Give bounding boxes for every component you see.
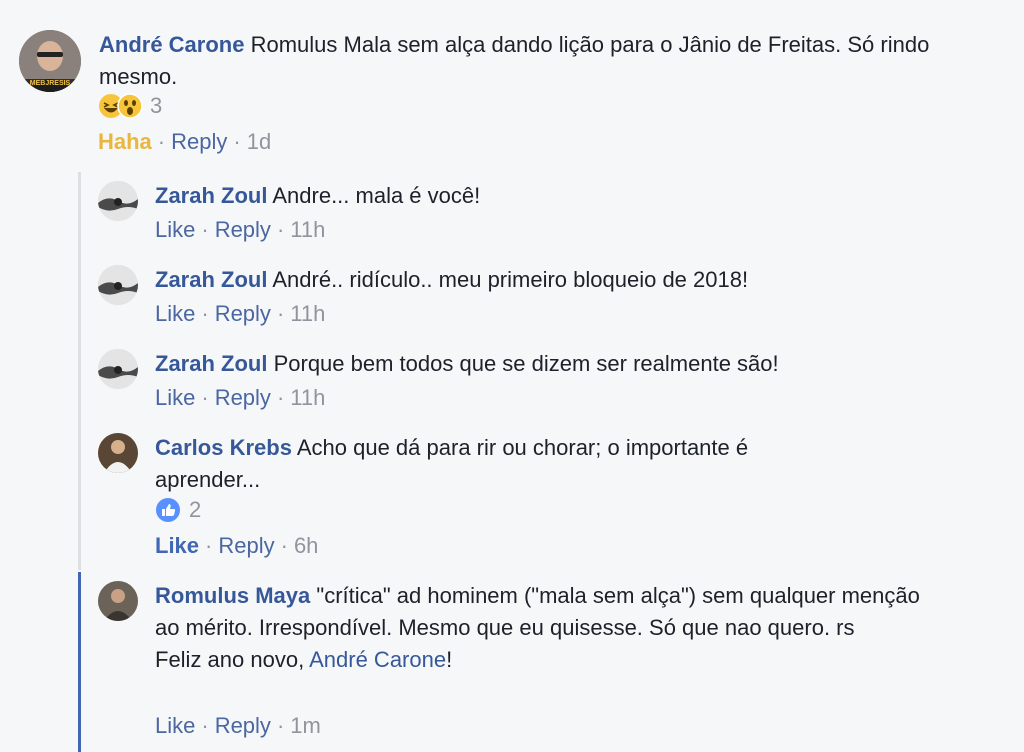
thread-line [78,172,81,570]
comment-actions: Like · Reply · 11h [155,385,325,411]
comment-body: André Carone Romulus Mala sem alça dando… [99,29,979,93]
avatar[interactable] [98,433,138,473]
avatar-image [98,265,138,305]
comment-actions: Like · Reply · 11h [155,301,325,327]
avatar-image [98,581,138,621]
separator-dot: · [276,301,285,326]
mention-link[interactable]: André Carone [309,647,446,672]
comment-body: Romulus Maya "crítica" ad hominem ("mala… [155,580,945,676]
separator-dot: · [201,301,209,326]
timestamp[interactable]: 1m [290,713,321,738]
avatar[interactable] [98,349,138,389]
separator-dot: · [276,385,285,410]
comment-body: Carlos Krebs Acho que dá para rir ou cho… [155,432,855,496]
timestamp[interactable]: 11h [290,217,325,242]
like-button[interactable]: Like [155,301,195,326]
avatar-image [98,181,138,221]
avatar-image [98,433,138,473]
author-name[interactable]: Romulus Maya [155,583,310,608]
timestamp[interactable]: 6h [294,533,318,558]
author-name[interactable]: Zarah Zoul [155,183,267,208]
comment-actions: Like · Reply · 6h [155,533,318,559]
comment-text-suffix: ! [446,647,453,672]
comment-text: Porque bem todos que se dizem ser realme… [273,351,779,376]
like-button[interactable]: Like [155,713,195,738]
reply-button[interactable]: Reply [215,385,271,410]
separator-dot: · [201,713,209,738]
thread-line-active [78,572,81,752]
author-name[interactable]: Zarah Zoul [155,351,267,376]
comment-text-line2: Feliz ano novo, [155,647,310,672]
avatar[interactable] [98,265,138,305]
reaction-summary[interactable]: 3 [98,93,162,119]
timestamp[interactable]: 11h [290,301,325,326]
comment-actions: Like · Reply · 11h [155,217,325,243]
like-reaction-icon [156,498,180,522]
haha-wow-icon [99,93,143,119]
reaction-count: 2 [189,497,202,522]
author-name[interactable]: André Carone [99,32,244,57]
avatar[interactable] [98,181,138,221]
separator-dot: · [233,129,241,154]
reply-button[interactable]: Reply [215,217,271,242]
timestamp[interactable]: 1d [247,129,271,154]
separator-dot: · [201,385,209,410]
separator-dot: · [280,533,288,558]
comment-body: Zarah Zoul André.. ridículo.. meu primei… [155,264,975,296]
author-name[interactable]: Zarah Zoul [155,267,267,292]
comment-actions: Haha · Reply · 1d [98,129,271,155]
separator-dot: · [276,217,285,242]
comment-text: Andre... mala é você! [272,183,481,208]
separator-dot: · [276,713,285,738]
avatar-caption: MEBJRESIS [29,80,71,87]
comment-text: André.. ridículo.. meu primeiro bloqueio… [272,267,749,292]
reaction-summary[interactable]: 2 [155,497,201,523]
avatar[interactable] [98,581,138,621]
avatar-image [98,349,138,389]
avatar[interactable]: MEBJRESIS [19,30,81,92]
timestamp[interactable]: 11h [290,385,325,410]
reply-button[interactable]: Reply [171,129,227,154]
separator-dot: · [157,129,166,154]
reply-button[interactable]: Reply [215,301,271,326]
reaction-count: 3 [150,93,163,118]
haha-button[interactable]: Haha [98,129,152,154]
reply-button[interactable]: Reply [215,713,271,738]
author-name[interactable]: Carlos Krebs [155,435,292,460]
comment-body: Zarah Zoul Porque bem todos que se dizem… [155,348,975,380]
separator-dot: · [205,533,213,558]
like-button[interactable]: Like [155,385,195,410]
comment-body: Zarah Zoul Andre... mala é você! [155,180,975,212]
reply-button[interactable]: Reply [218,533,274,558]
comment-actions: Like · Reply · 1m [155,713,321,739]
separator-dot: · [201,217,209,242]
like-button[interactable]: Like [155,533,199,558]
like-button[interactable]: Like [155,217,195,242]
